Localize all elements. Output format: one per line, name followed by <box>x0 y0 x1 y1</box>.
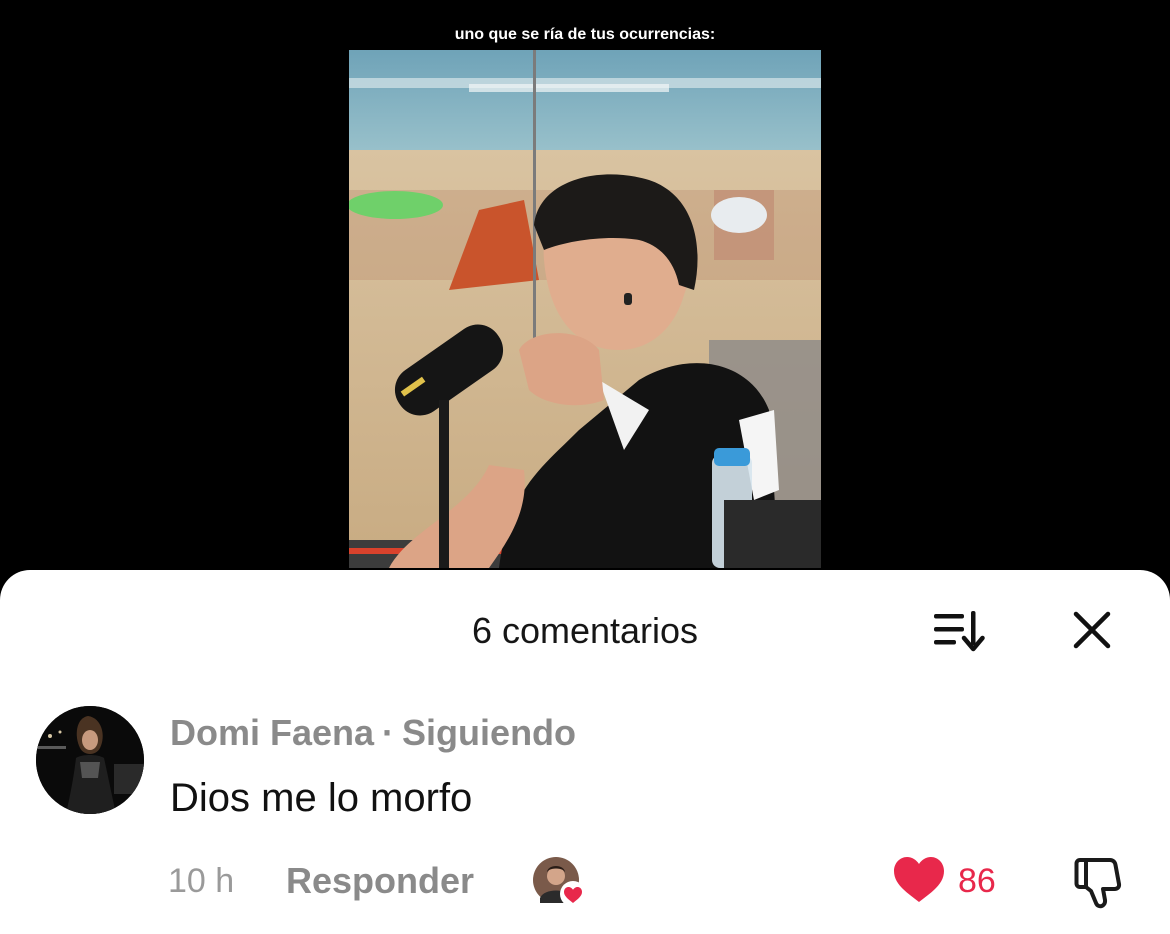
close-icon <box>1073 611 1111 649</box>
video-player[interactable] <box>349 50 821 568</box>
heart-filled-icon <box>894 857 944 902</box>
close-comments-button[interactable] <box>1070 608 1114 652</box>
comment-meta: Domi Faena · Siguiendo <box>170 712 576 754</box>
creator-avatar-heart-icon <box>533 857 586 907</box>
avatar-image <box>36 706 144 814</box>
following-label: Siguiendo <box>402 712 577 753</box>
comments-sheet: 6 comentarios Domi Faena · Siguiendo Dio… <box>0 570 1170 934</box>
video-frame <box>349 50 821 568</box>
like-count: 86 <box>958 862 996 900</box>
sort-descending-icon <box>934 611 985 652</box>
like-button[interactable] <box>892 856 946 904</box>
video-caption: uno que se ría de tus ocurrencias: <box>454 26 716 43</box>
comment-text: Dios me lo morfo <box>170 776 473 820</box>
dislike-button[interactable] <box>1070 854 1126 910</box>
reply-button[interactable]: Responder <box>286 860 474 902</box>
avatar[interactable] <box>36 706 144 814</box>
comments-count-title: 6 comentarios <box>471 610 699 651</box>
meta-separator: · <box>382 712 395 753</box>
thumbs-down-icon <box>1074 858 1122 909</box>
liked-by-creator-badge <box>532 856 590 908</box>
comment-author[interactable]: Domi Faena <box>170 712 374 753</box>
sort-comments-button[interactable] <box>932 608 988 652</box>
comment-timestamp: 10 h <box>168 862 235 900</box>
